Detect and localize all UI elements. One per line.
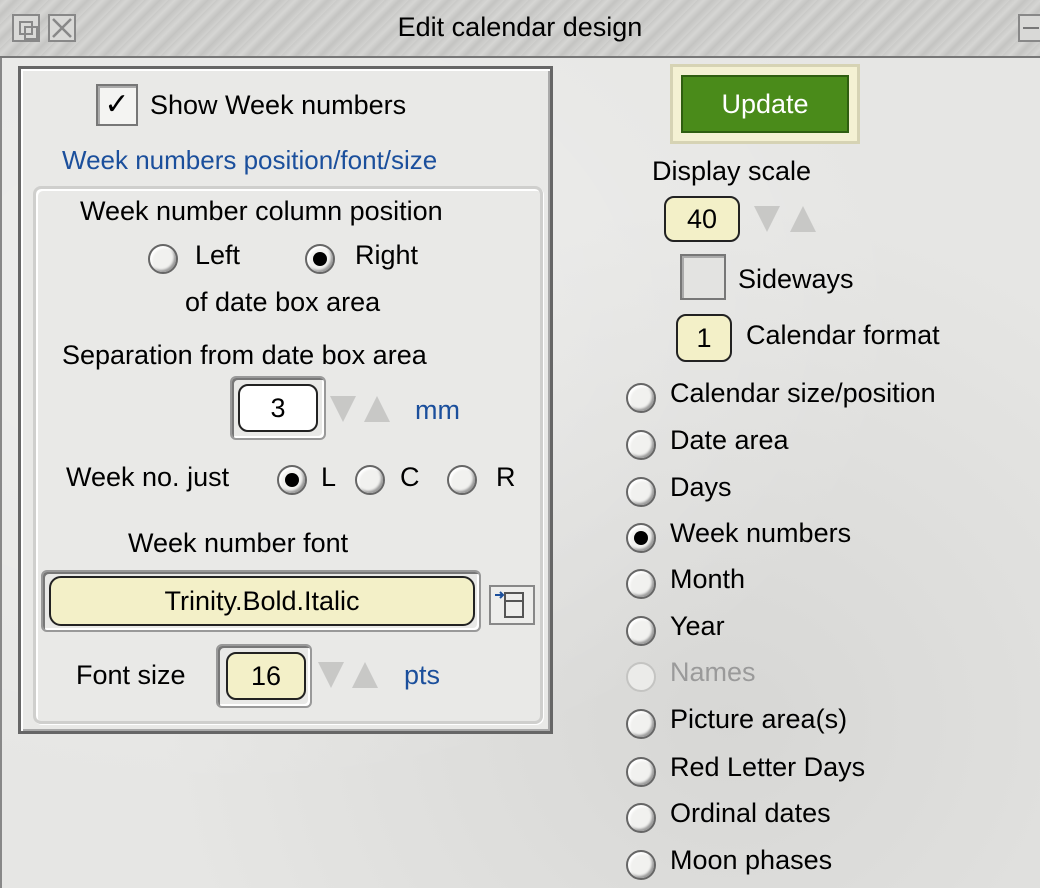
toggle-size-icon[interactable] [1018,14,1040,42]
right-position-label: Right [355,240,419,270]
arrow-down-icon [330,396,356,422]
section-radio-ordinal-dates[interactable] [626,803,656,833]
sideways-label: Sideways [738,264,854,294]
section-radio-week-numbers[interactable] [626,523,656,553]
arrow-down-icon [318,662,344,688]
calendar-format-label: Calendar format [746,320,940,350]
justification-label: Week no. just [66,462,230,492]
section-label-week-numbers: Week numbers [670,518,852,548]
check-icon: ✓ [104,88,130,121]
font-size-label: Font size [76,660,186,690]
separation-field[interactable]: 3 [238,384,318,432]
display-scale-label: Display scale [652,156,812,186]
section-label-calendar-size: Calendar size/position [670,378,936,408]
section-label-red-letter-days: Red Letter Days [670,752,866,782]
display-scale-decrease-button[interactable] [754,206,780,236]
section-radio-days[interactable] [626,477,656,507]
arrow-up-icon [790,206,816,232]
justify-right-radio[interactable] [447,465,477,495]
column-position-heading: Week number column position [80,196,443,226]
section-label-picture-area: Picture area(s) [670,704,848,734]
justify-center-label: C [400,462,420,492]
section-label-year: Year [670,611,725,641]
section-title: Week numbers position/font/size [62,145,438,175]
update-button-label: Update [681,75,849,133]
font-size-unit: pts [404,660,441,690]
show-week-numbers-label: Show Week numbers [150,90,407,120]
section-label-moon-phases: Moon phases [670,845,833,875]
section-radio-date-area[interactable] [626,430,656,460]
section-label-ordinal-dates: Ordinal dates [670,798,831,828]
date-box-area-label: of date box area [185,287,381,317]
font-size-field[interactable]: 16 [226,652,306,700]
right-position-radio[interactable] [305,244,335,274]
separation-unit: mm [415,395,460,425]
section-radio-picture-area[interactable] [626,709,656,739]
title-bar[interactable]: Edit calendar design [0,0,1040,58]
justify-left-radio[interactable] [277,465,307,495]
sideways-checkbox[interactable] [680,254,726,300]
justify-right-label: R [496,462,516,492]
display-scale-field[interactable]: 40 [664,196,740,242]
calendar-format-field[interactable]: 1 [676,314,732,362]
section-label-names: Names [670,657,756,687]
font-heading: Week number font [128,528,349,558]
arrow-down-icon [754,206,780,232]
section-label-month: Month [670,564,746,594]
section-label-date-area: Date area [670,425,789,455]
window-title: Edit calendar design [397,12,643,42]
show-week-numbers-checkbox[interactable]: ✓ [96,84,138,126]
separation-decrease-button[interactable] [330,396,356,426]
arrow-up-icon [364,396,390,422]
section-radio-names [626,662,656,692]
font-menu-button[interactable] [489,585,535,625]
justify-center-radio[interactable] [355,465,385,495]
section-radio-calendar-size[interactable] [626,383,656,413]
separation-increase-button[interactable] [364,396,390,426]
menu-icon [495,591,524,618]
left-position-label: Left [195,240,241,270]
display-scale-increase-button[interactable] [790,206,816,236]
arrow-up-icon [352,662,378,688]
section-label-days: Days [670,472,732,502]
font-size-increase-button[interactable] [352,662,378,692]
section-radio-moon-phases[interactable] [626,850,656,880]
separation-heading: Separation from date box area [62,340,427,370]
font-name-field[interactable]: Trinity.Bold.Italic [49,576,475,626]
font-size-decrease-button[interactable] [318,662,344,692]
section-radio-month[interactable] [626,569,656,599]
update-button[interactable]: Update [670,64,860,144]
section-radio-red-letter-days[interactable] [626,757,656,787]
section-radio-year[interactable] [626,616,656,646]
left-position-radio[interactable] [148,244,178,274]
justify-left-label: L [321,462,337,492]
